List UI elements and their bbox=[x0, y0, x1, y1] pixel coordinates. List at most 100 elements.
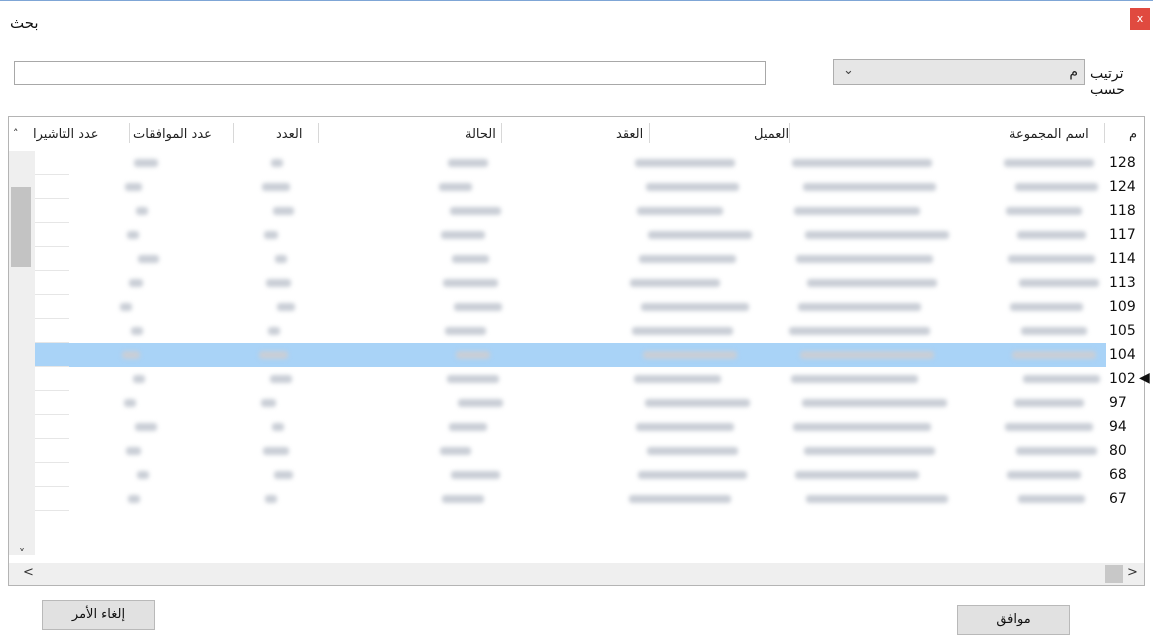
blurred-cell bbox=[791, 375, 918, 383]
blurred-cell bbox=[1017, 231, 1086, 239]
cancel-button[interactable]: إلغاء الأمر bbox=[42, 600, 155, 630]
table-row[interactable]: 97 bbox=[9, 391, 1144, 415]
close-button[interactable]: x bbox=[1130, 8, 1150, 30]
column-header-client[interactable]: العميل bbox=[754, 127, 789, 142]
window-title: بحث bbox=[10, 14, 39, 32]
table-row[interactable]: 102 bbox=[9, 367, 1144, 391]
row-number: 128 bbox=[1109, 155, 1136, 171]
blurred-cell bbox=[134, 159, 158, 167]
row-number: 67 bbox=[1109, 491, 1127, 507]
sort-by-label: ترتيب حسب bbox=[1090, 66, 1125, 98]
blurred-cell bbox=[264, 231, 278, 239]
scroll-right-icon[interactable]: > bbox=[1127, 565, 1138, 580]
horizontal-scrollbar[interactable]: < > bbox=[9, 563, 1144, 585]
column-header-contract[interactable]: العقد bbox=[616, 127, 643, 142]
row-number: 117 bbox=[1109, 227, 1136, 243]
blurred-cell bbox=[1012, 351, 1096, 359]
horizontal-scroll-thumb[interactable] bbox=[1105, 565, 1123, 583]
table-row[interactable]: 104 bbox=[9, 343, 1144, 367]
blurred-cell bbox=[122, 351, 140, 359]
blurred-cell bbox=[639, 255, 736, 263]
blurred-cell bbox=[798, 303, 921, 311]
table-row[interactable]: 124 bbox=[9, 175, 1144, 199]
column-header-status[interactable]: الحالة bbox=[465, 127, 496, 142]
blurred-cell bbox=[452, 255, 489, 263]
column-header-visas[interactable]: عدد التاشيرا bbox=[33, 127, 99, 142]
blurred-cell bbox=[643, 351, 737, 359]
table-row[interactable]: 109 bbox=[9, 295, 1144, 319]
table-row[interactable]: 113 bbox=[9, 271, 1144, 295]
table-row[interactable]: 80 bbox=[9, 439, 1144, 463]
blurred-cell bbox=[635, 159, 735, 167]
blurred-cell bbox=[632, 327, 733, 335]
blurred-cell bbox=[800, 351, 934, 359]
blurred-cell bbox=[1004, 159, 1094, 167]
table-row[interactable]: 117 bbox=[9, 223, 1144, 247]
blurred-cell bbox=[439, 183, 472, 191]
table-row[interactable]: 105 bbox=[9, 319, 1144, 343]
blurred-cell bbox=[647, 447, 738, 455]
table-row[interactable]: 68 bbox=[9, 463, 1144, 487]
blurred-cell bbox=[1014, 399, 1084, 407]
column-header-approvals[interactable]: عدد الموافقات bbox=[133, 127, 212, 142]
blurred-cell bbox=[277, 303, 295, 311]
table-row[interactable]: 114 bbox=[9, 247, 1144, 271]
blurred-cell bbox=[450, 207, 501, 215]
blurred-cell bbox=[629, 495, 731, 503]
scroll-down-icon[interactable]: ˅ bbox=[9, 547, 35, 561]
blurred-cell bbox=[268, 327, 280, 335]
blurred-cell bbox=[263, 447, 289, 455]
scroll-left-icon[interactable]: < bbox=[23, 565, 34, 580]
blurred-cell bbox=[805, 231, 949, 239]
blurred-cell bbox=[1023, 375, 1100, 383]
blurred-cell bbox=[125, 183, 142, 191]
column-header-count[interactable]: العدد bbox=[276, 127, 302, 142]
blurred-cell bbox=[275, 255, 287, 263]
blurred-cell bbox=[454, 303, 502, 311]
scroll-up-icon[interactable]: ˄ bbox=[13, 127, 19, 140]
search-input[interactable] bbox=[14, 61, 766, 85]
blurred-cell bbox=[120, 303, 132, 311]
sort-by-select[interactable]: ⌄ م bbox=[833, 59, 1085, 85]
row-number: 113 bbox=[1109, 275, 1136, 291]
blurred-cell bbox=[1018, 495, 1085, 503]
blurred-cell bbox=[641, 303, 749, 311]
blurred-cell bbox=[1005, 423, 1093, 431]
blurred-cell bbox=[636, 423, 734, 431]
blurred-cell bbox=[456, 351, 490, 359]
blurred-cell bbox=[127, 231, 139, 239]
column-header-group-name[interactable]: اسم المجموعة bbox=[1009, 127, 1089, 142]
blurred-cell bbox=[804, 447, 935, 455]
blurred-cell bbox=[1006, 207, 1082, 215]
blurred-cell bbox=[634, 375, 721, 383]
blurred-cell bbox=[448, 159, 488, 167]
column-header-m[interactable]: م bbox=[1129, 127, 1137, 142]
blurred-cell bbox=[1021, 327, 1087, 335]
table-row[interactable]: 128 bbox=[9, 151, 1144, 175]
blurred-cell bbox=[1019, 279, 1099, 287]
row-divider bbox=[35, 510, 69, 511]
table-row[interactable]: 94 bbox=[9, 415, 1144, 439]
table-row[interactable]: 67 bbox=[9, 487, 1144, 511]
table-row[interactable]: 118 bbox=[9, 199, 1144, 223]
blurred-cell bbox=[630, 279, 720, 287]
blurred-cell bbox=[270, 375, 292, 383]
blurred-cell bbox=[648, 231, 752, 239]
blurred-cell bbox=[126, 447, 141, 455]
row-selector-arrow-icon: ◀ bbox=[1139, 370, 1150, 386]
blurred-cell bbox=[447, 375, 499, 383]
row-number: 109 bbox=[1109, 299, 1136, 315]
blurred-cell bbox=[1008, 255, 1095, 263]
blurred-cell bbox=[458, 399, 503, 407]
ok-button[interactable]: موافق bbox=[957, 605, 1070, 635]
blurred-cell bbox=[128, 495, 140, 503]
blurred-cell bbox=[802, 399, 947, 407]
blurred-cell bbox=[266, 279, 291, 287]
blurred-cell bbox=[445, 327, 486, 335]
blurred-cell bbox=[793, 423, 931, 431]
blurred-cell bbox=[443, 279, 498, 287]
blurred-cell bbox=[1016, 447, 1097, 455]
column-divider bbox=[1104, 123, 1105, 143]
selected-row-highlight bbox=[35, 343, 1106, 367]
row-number: 94 bbox=[1109, 419, 1127, 435]
